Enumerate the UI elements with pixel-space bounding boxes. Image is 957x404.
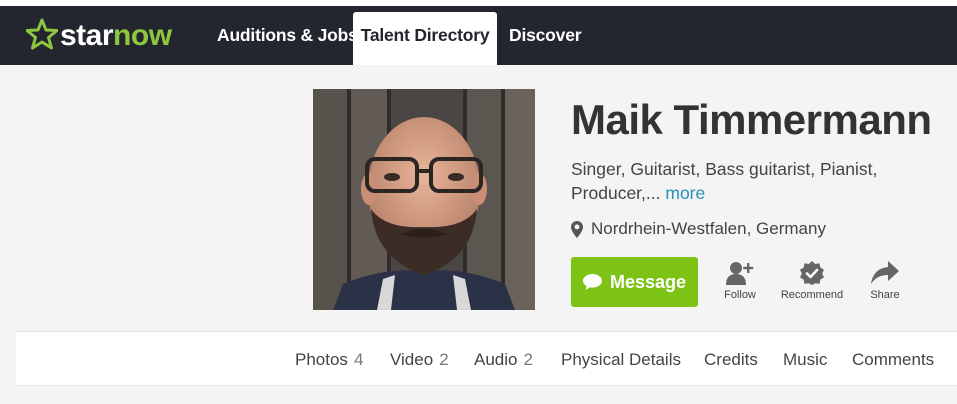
tab-physical-details[interactable]: Physical Details (561, 350, 681, 370)
top-navigation-bar: starnow Auditions & Jobs Talent Director… (0, 6, 957, 65)
share-arrow-icon (871, 261, 899, 284)
tab-comments[interactable]: Comments (852, 350, 934, 370)
roles-text: Singer, Guitarist, Bass guitarist, Piani… (571, 159, 878, 203)
verified-badge-icon (800, 261, 824, 285)
message-button[interactable]: Message (571, 257, 698, 307)
recommend-label: Recommend (780, 289, 844, 301)
audio-count: 2 (523, 350, 533, 369)
tab-music[interactable]: Music (783, 350, 827, 370)
follow-button[interactable]: Follow (718, 261, 762, 301)
tab-audio[interactable]: Audio 2 (474, 350, 533, 370)
tab-photos[interactable]: Photos 4 (295, 350, 363, 370)
share-button[interactable]: Share (864, 261, 906, 301)
speech-bubble-icon (582, 274, 602, 290)
photos-count: 4 (353, 350, 364, 369)
location-text: Nordrhein-Westfalen, Germany (591, 219, 826, 238)
profile-location: Nordrhein-Westfalen, Germany (571, 219, 826, 239)
profile-roles: Singer, Guitarist, Bass guitarist, Piani… (571, 157, 901, 205)
profile-tabs: Photos 4 Video 2 Audio 2 Physical Details C… (16, 331, 957, 386)
roles-more-link[interactable]: more (665, 183, 705, 203)
message-label: Message (609, 271, 687, 292)
starnow-logo[interactable]: starnow (26, 14, 172, 54)
video-count: 2 (439, 350, 449, 369)
tab-video[interactable]: Video 2 (390, 350, 449, 370)
recommend-button[interactable]: Recommend (777, 261, 847, 301)
profile-photo-image (313, 89, 535, 310)
location-pin-icon (571, 220, 583, 238)
nav-talent-directory[interactable]: Talent Directory (353, 12, 497, 65)
share-label: Share (870, 289, 900, 301)
add-user-icon (726, 262, 754, 285)
nav-auditions-jobs[interactable]: Auditions & Jobs (217, 12, 358, 65)
tab-credits[interactable]: Credits (704, 350, 758, 370)
star-icon (26, 18, 58, 50)
profile-name: Maik Timmermann (571, 96, 932, 143)
nav-discover[interactable]: Discover (509, 12, 582, 65)
logo-text: starnow (60, 19, 172, 52)
follow-label: Follow (724, 289, 756, 301)
profile-photo[interactable] (313, 89, 535, 310)
